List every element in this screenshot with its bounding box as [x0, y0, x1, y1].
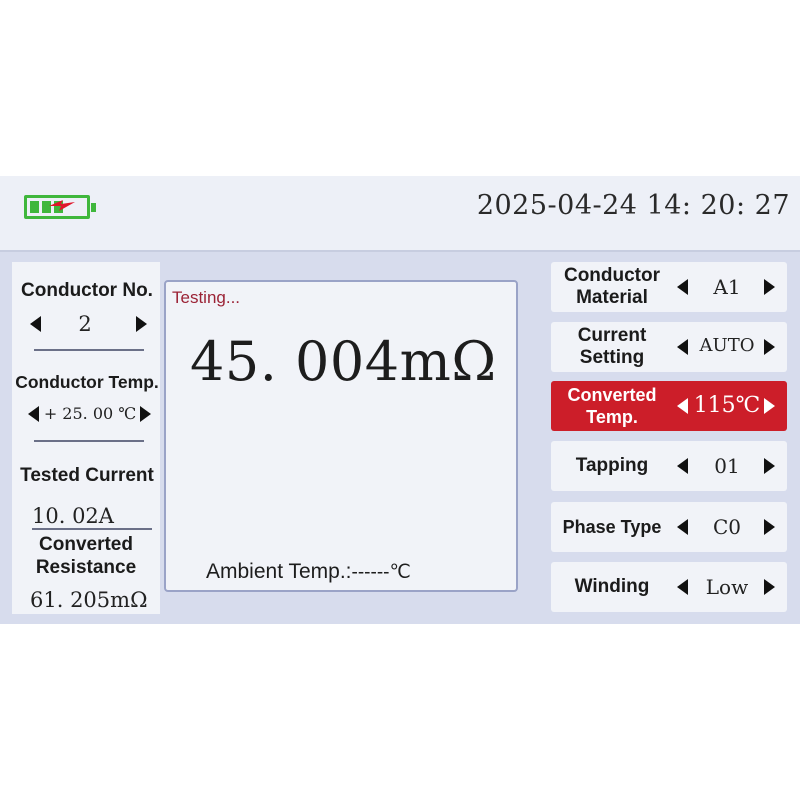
- resistance-reading: 45. 004mΩ: [190, 330, 497, 393]
- setting-label: Tapping: [575, 455, 649, 476]
- setting-current[interactable]: Current Setting AUTO: [551, 322, 787, 372]
- setting-label: Setting: [579, 347, 645, 368]
- setting-label: Current: [577, 325, 647, 346]
- left-arrow-icon[interactable]: [677, 579, 688, 595]
- conductor-no-value: 2: [78, 312, 92, 336]
- converted-resistance-label-1: Converted: [39, 534, 133, 555]
- setting-label: Material: [576, 287, 648, 308]
- setting-phase-type[interactable]: Phase Type C0: [551, 502, 787, 552]
- left-info-panel: Conductor No. 2 Conductor Temp. + 25. 00…: [12, 262, 160, 614]
- right-arrow-icon[interactable]: [136, 316, 147, 332]
- converted-resistance-value: 61. 205mΩ: [30, 588, 148, 612]
- conductor-temp-label: Conductor Temp.: [15, 372, 159, 392]
- conductor-no-selector[interactable]: 2: [30, 312, 150, 336]
- right-arrow-icon[interactable]: [764, 519, 775, 535]
- testing-status: Testing...: [172, 288, 241, 307]
- setting-label: Winding: [574, 576, 650, 597]
- left-arrow-icon[interactable]: [30, 316, 41, 332]
- ambient-temp-label: Ambient Temp.:: [206, 560, 352, 583]
- left-arrow-icon[interactable]: [677, 519, 688, 535]
- status-bar: 2025-04-24 14: 20: 27: [0, 176, 800, 252]
- setting-converted-temp[interactable]: Converted Temp. 115℃: [551, 381, 787, 431]
- setting-label: Converted: [567, 385, 657, 405]
- setting-label: Phase Type: [562, 517, 662, 537]
- setting-conductor-material[interactable]: Conductor Material A1: [551, 262, 787, 312]
- left-arrow-icon[interactable]: [28, 406, 39, 422]
- device-screen: 2025-04-24 14: 20: 27 Conductor No. 2 Co…: [0, 176, 800, 624]
- divider: [34, 349, 144, 351]
- right-arrow-icon[interactable]: [764, 339, 775, 355]
- right-arrow-icon[interactable]: [764, 279, 775, 295]
- setting-value: 115℃: [693, 393, 761, 418]
- left-arrow-icon[interactable]: [677, 458, 688, 474]
- battery-charging-icon: [24, 195, 96, 219]
- left-arrow-icon[interactable]: [677, 339, 688, 355]
- right-arrow-icon[interactable]: [764, 579, 775, 595]
- left-arrow-icon[interactable]: [677, 398, 688, 414]
- tested-current-label: Tested Current: [20, 465, 154, 486]
- setting-value: C0: [712, 515, 742, 539]
- conductor-no-label: Conductor No.: [21, 280, 153, 301]
- converted-resistance-label-2: Resistance: [35, 557, 137, 578]
- conductor-temp-value: + 25. 00 ℃: [43, 404, 137, 423]
- conductor-temp-selector[interactable]: + 25. 00 ℃: [28, 402, 152, 426]
- right-arrow-icon[interactable]: [140, 406, 151, 422]
- setting-winding[interactable]: Winding Low: [551, 562, 787, 612]
- divider: [32, 528, 152, 530]
- setting-tapping[interactable]: Tapping 01: [551, 441, 787, 491]
- setting-value: A1: [713, 275, 741, 299]
- setting-value: AUTO: [699, 335, 755, 356]
- ambient-temp-value: ------℃: [351, 562, 411, 583]
- tested-current-value: 10. 02A: [32, 504, 114, 528]
- ambient-temp: Ambient Temp.:------℃: [206, 560, 411, 584]
- datetime: 2025-04-24 14: 20: 27: [476, 190, 790, 221]
- setting-label: Conductor: [563, 265, 661, 286]
- measurement-panel: Testing... 45. 004mΩ Ambient Temp.:-----…: [164, 280, 518, 592]
- right-arrow-icon[interactable]: [764, 398, 775, 414]
- divider: [34, 440, 144, 442]
- setting-value: 01: [714, 454, 740, 478]
- setting-label: Temp.: [586, 407, 638, 427]
- setting-value: Low: [705, 575, 749, 599]
- left-arrow-icon[interactable]: [677, 279, 688, 295]
- right-arrow-icon[interactable]: [764, 458, 775, 474]
